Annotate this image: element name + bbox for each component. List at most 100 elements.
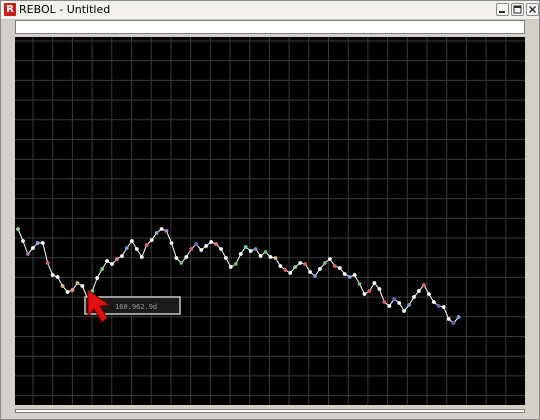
data-point[interactable] [139,255,144,259]
data-point[interactable] [164,229,169,233]
data-point[interactable] [372,281,377,285]
rebol-window: R REBOL - Untitled 160.962.9d [0,0,540,420]
data-point[interactable] [318,267,322,271]
data-point[interactable] [397,301,402,305]
data-point[interactable] [407,303,411,307]
data-point[interactable] [263,250,268,254]
data-point[interactable] [154,231,159,235]
data-point[interactable] [456,315,461,319]
data-point[interactable] [303,262,307,266]
data-point[interactable] [248,249,253,253]
data-point[interactable] [427,292,431,296]
data-point[interactable] [219,247,223,251]
data-point[interactable] [31,246,35,250]
data-point[interactable] [422,283,426,287]
data-point[interactable] [100,267,105,271]
data-point[interactable] [120,254,124,258]
data-point[interactable] [308,270,312,274]
data-point[interactable] [412,295,416,299]
data-point[interactable] [352,273,357,277]
data-point[interactable] [402,309,406,313]
data-point[interactable] [367,289,372,293]
data-point[interactable] [313,274,317,278]
series-polyline [17,228,459,324]
data-point[interactable] [293,265,298,269]
data-point[interactable] [105,259,109,263]
data-point[interactable] [238,252,243,256]
data-point[interactable] [134,247,139,251]
data-point[interactable] [328,257,332,261]
data-point[interactable] [214,242,218,246]
data-point[interactable] [159,227,164,231]
data-point[interactable] [40,241,45,245]
data-point[interactable] [125,246,129,250]
data-point[interactable] [35,241,40,245]
data-point[interactable] [204,244,209,248]
data-point[interactable] [209,240,214,244]
data-point[interactable] [75,281,80,285]
data-point[interactable] [323,261,327,265]
title-bar[interactable]: R REBOL - Untitled [1,1,539,20]
data-point[interactable] [130,239,134,243]
minimize-button[interactable] [496,3,509,16]
data-point[interactable] [50,273,55,277]
data-point[interactable] [95,276,100,280]
data-point[interactable] [382,300,387,304]
data-point[interactable] [342,272,347,276]
data-point[interactable] [149,238,154,242]
data-point[interactable] [70,288,75,292]
data-point[interactable] [273,256,278,260]
data-point[interactable] [60,284,65,288]
data-point[interactable] [224,256,228,260]
data-point[interactable] [253,247,258,251]
status-strip [15,409,525,413]
data-point[interactable] [243,245,248,249]
data-point[interactable] [332,264,337,268]
chart-canvas[interactable]: 160.962.9d [15,37,525,405]
data-point[interactable] [16,227,20,231]
data-point[interactable] [288,271,293,275]
window-title: REBOL - Untitled [19,3,111,16]
data-point[interactable] [65,290,70,294]
data-point[interactable] [392,297,397,301]
data-point[interactable] [169,241,174,245]
data-point[interactable] [228,265,233,269]
data-point[interactable] [436,304,441,308]
data-point[interactable] [174,256,179,260]
data-point[interactable] [283,268,288,272]
data-point[interactable] [417,289,421,293]
data-point[interactable] [115,257,119,261]
data-point[interactable] [446,317,451,321]
data-point[interactable] [377,287,382,291]
maximize-icon [513,5,522,14]
data-point[interactable] [55,275,60,279]
data-point[interactable] [110,262,114,266]
data-point[interactable] [298,261,303,265]
data-point[interactable] [199,248,204,252]
data-point[interactable] [337,266,342,270]
data-point[interactable] [184,255,189,259]
data-point[interactable] [431,300,436,304]
data-point[interactable] [144,243,149,247]
data-point[interactable] [357,282,362,286]
text-input-field[interactable] [15,20,525,34]
data-point[interactable] [189,247,194,251]
data-point[interactable] [194,242,199,246]
data-point[interactable] [268,255,273,259]
data-point[interactable] [179,261,184,265]
data-point[interactable] [26,252,30,256]
data-point[interactable] [45,261,50,265]
data-point[interactable] [451,321,456,325]
data-point[interactable] [233,262,238,266]
data-point[interactable] [278,264,283,268]
data-point[interactable] [347,275,352,279]
data-point[interactable] [387,304,392,308]
data-point[interactable] [362,292,367,296]
data-point[interactable] [21,239,25,243]
close-button[interactable] [526,3,539,16]
data-point[interactable] [80,284,85,288]
maximize-button[interactable] [511,3,524,16]
data-point[interactable] [441,305,446,309]
data-point[interactable] [258,254,263,258]
rebol-app-icon[interactable]: R [4,3,16,16]
